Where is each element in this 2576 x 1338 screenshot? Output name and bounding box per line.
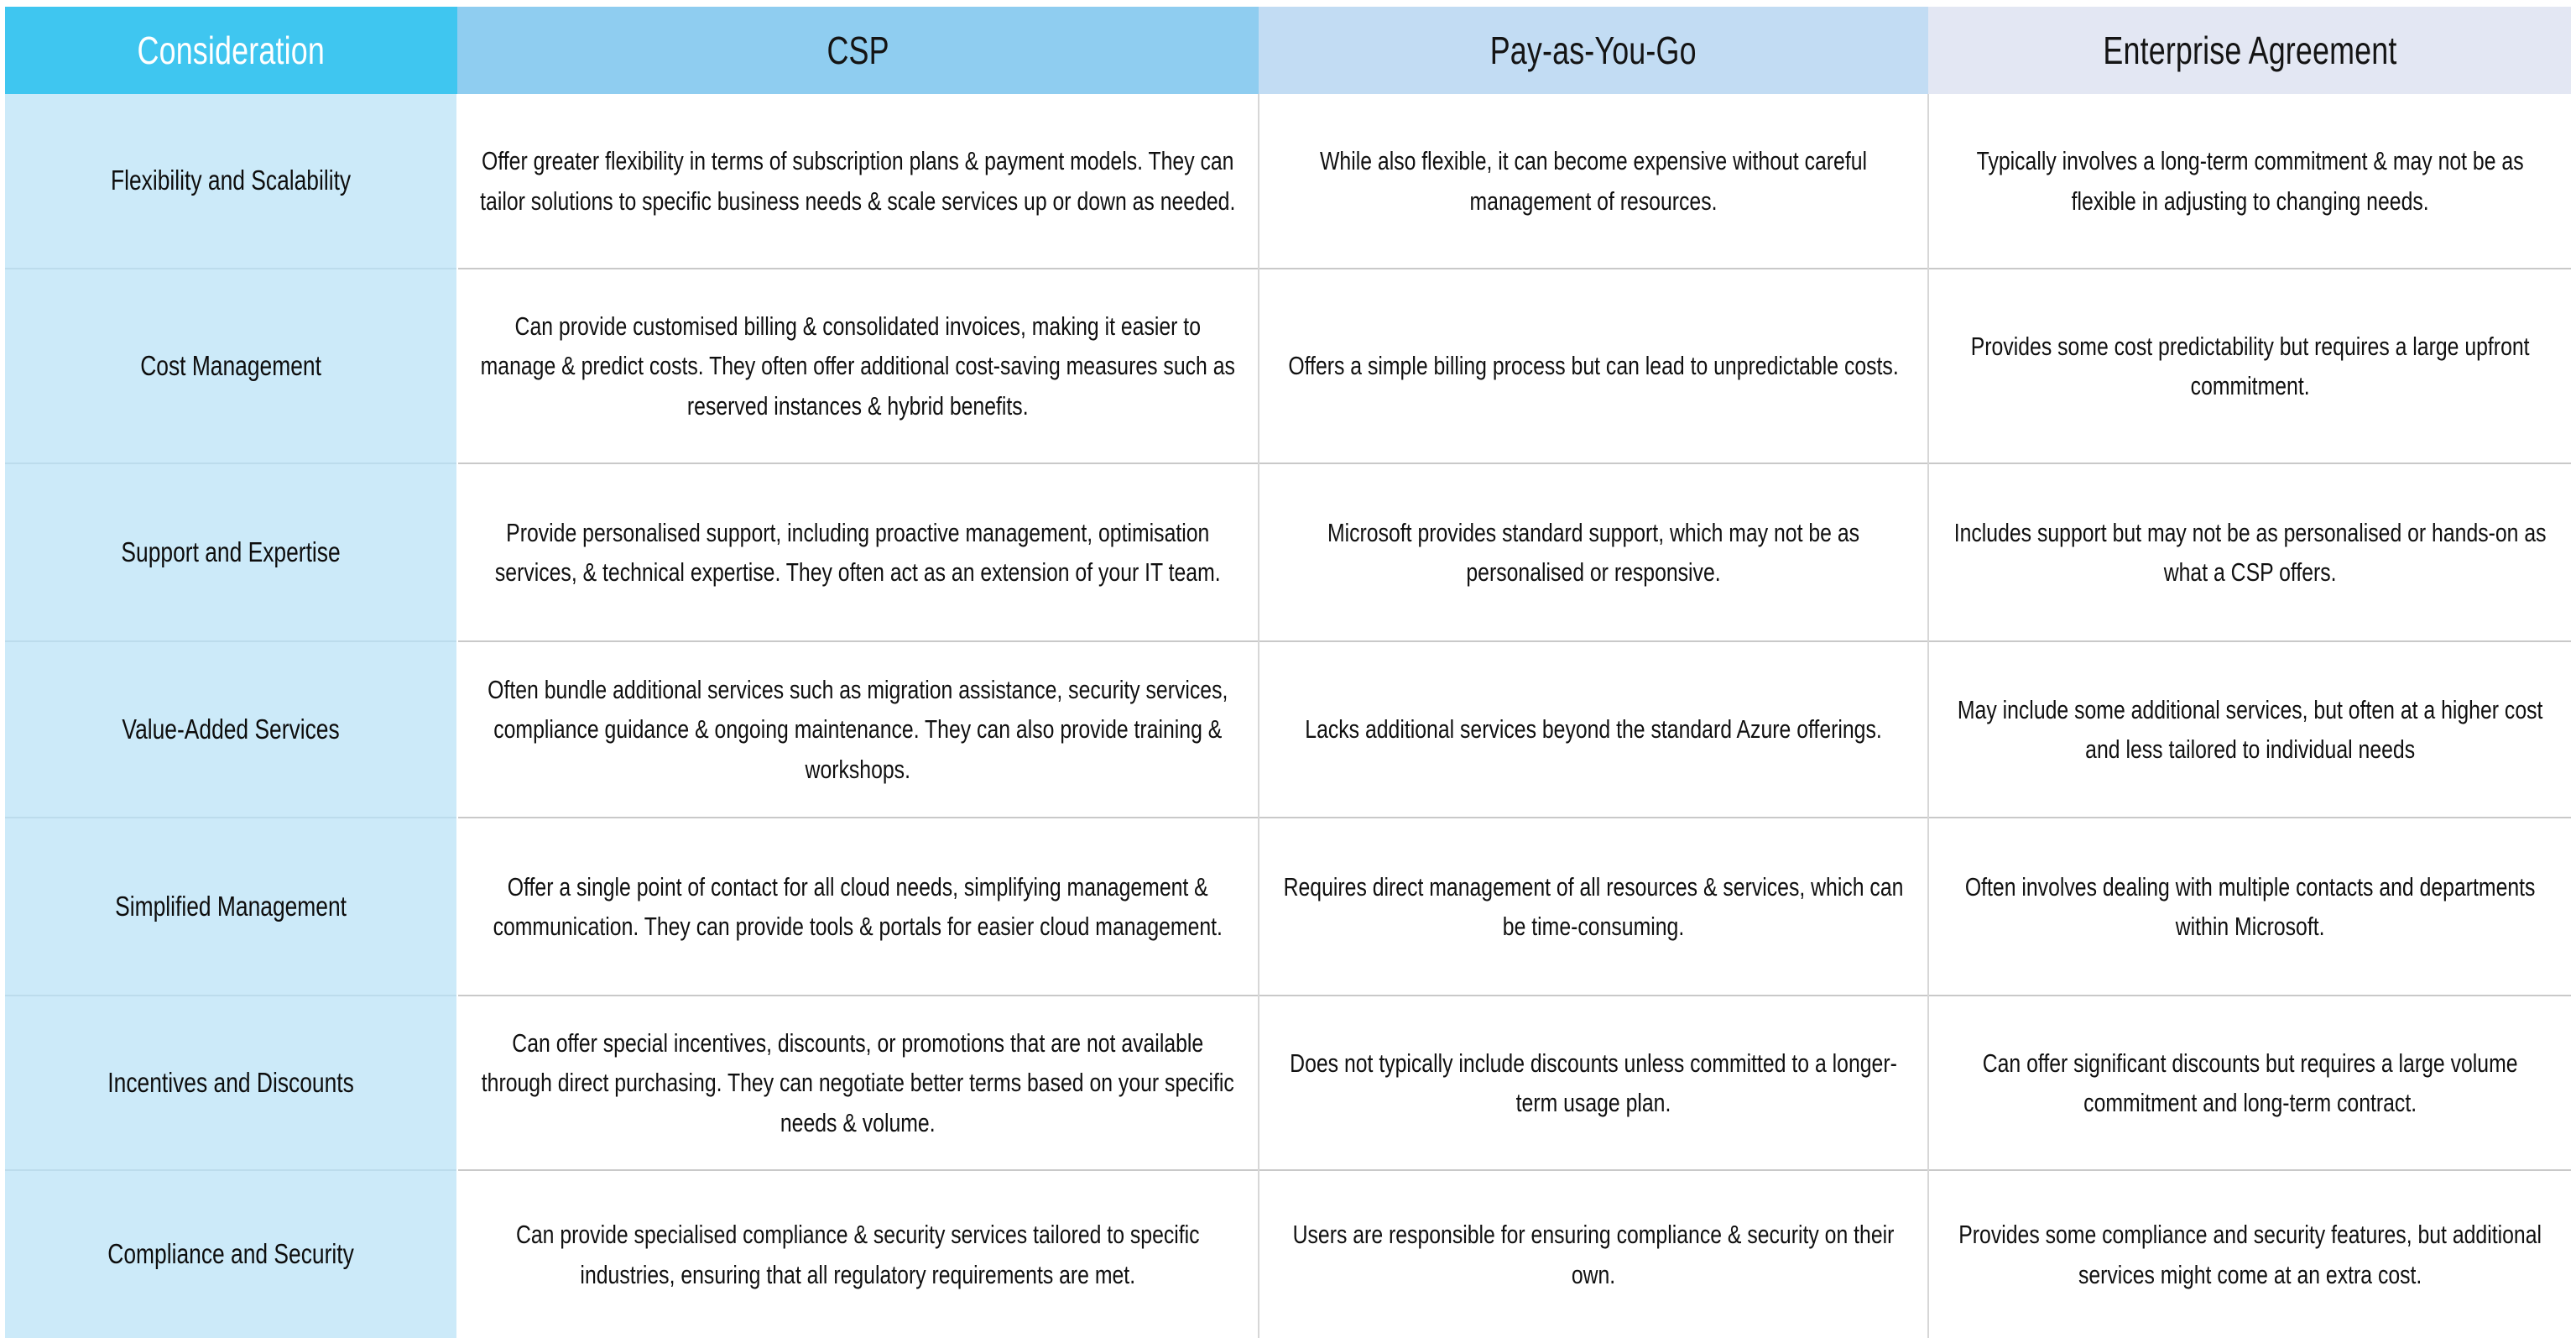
cell-text: Provides some cost predictability but re… (1970, 331, 2530, 400)
row-header-incentives-and-discounts: Incentives and Discounts (5, 995, 458, 1170)
cell-text: Often bundle additional services such as… (488, 675, 1228, 784)
cell-payg-value-added-services: Lacks additional services beyond the sta… (1258, 640, 1929, 818)
cell-text: Lacks additional services beyond the sta… (1305, 714, 1882, 745)
cell-text: Support and Expertise (121, 536, 341, 567)
table-row: Value-Added Services Often bundle additi… (5, 640, 2571, 818)
cell-text: Can offer significant discounts but requ… (1982, 1048, 2518, 1117)
cell-ea-support-and-expertise: Includes support but may not be as perso… (1927, 463, 2571, 641)
column-header-pay-as-you-go: Pay-as-You-Go (1258, 7, 1928, 94)
cell-text: Typically involves a long-term commitmen… (1976, 146, 2524, 216)
row-header-support-and-expertise: Support and Expertise (5, 463, 458, 641)
cell-text: Microsoft provides standard support, whi… (1327, 517, 1859, 587)
cell-text: Cost Management (139, 349, 321, 381)
cell-text: While also flexible, it can become expen… (1319, 146, 1867, 216)
comparison-table-container: Consideration CSP Pay-as-You-Go Enterpri… (0, 0, 2576, 1338)
column-header-csp-label: CSP (827, 28, 889, 72)
header-row: Consideration CSP Pay-as-You-Go Enterpri… (5, 7, 2571, 94)
table-row: Support and Expertise Provide personalis… (5, 463, 2571, 641)
cell-text: Offer a single point of contact for all … (493, 871, 1223, 941)
cell-ea-cost-management: Provides some cost predictability but re… (1927, 268, 2571, 463)
cell-text: Does not typically include discounts unl… (1290, 1048, 1897, 1117)
cell-csp-compliance-and-security: Can provide specialised compliance & sec… (456, 1169, 1259, 1338)
cell-ea-simplified-management: Often involves dealing with multiple con… (1927, 817, 2571, 996)
cell-text: Requires direct management of all resour… (1283, 871, 1904, 941)
cell-text: Users are responsible for ensuring compl… (1292, 1220, 1895, 1289)
cell-csp-flexibility-and-scalability: Offer greater flexibility in terms of su… (456, 94, 1259, 269)
column-header-pay-as-you-go-label: Pay-as-You-Go (1489, 28, 1697, 72)
cell-csp-cost-management: Can provide customised billing & consoli… (456, 268, 1259, 463)
cell-text: Includes support but may not be as perso… (1953, 517, 2547, 587)
cell-text: Can provide specialised compliance & sec… (516, 1220, 1200, 1289)
table-body: Flexibility and Scalability Offer greate… (5, 94, 2571, 1338)
cell-text: Provides some compliance and security fe… (1958, 1220, 2542, 1289)
cell-payg-incentives-and-discounts: Does not typically include discounts unl… (1258, 995, 1929, 1170)
csp-comparison-table: Consideration CSP Pay-as-You-Go Enterpri… (5, 7, 2571, 1338)
cell-ea-compliance-and-security: Provides some compliance and security fe… (1927, 1169, 2571, 1338)
row-header-simplified-management: Simplified Management (5, 817, 458, 996)
cell-ea-value-added-services: May include some additional services, bu… (1927, 640, 2571, 818)
cell-text: Offer greater flexibility in terms of su… (480, 146, 1236, 216)
table-row: Cost Management Can provide customised b… (5, 268, 2571, 463)
cell-csp-incentives-and-discounts: Can offer special incentives, discounts,… (456, 995, 1259, 1170)
cell-ea-incentives-and-discounts: Can offer significant discounts but requ… (1927, 995, 2571, 1170)
cell-csp-support-and-expertise: Provide personalised support, including … (456, 463, 1259, 641)
column-header-csp: CSP (456, 7, 1259, 94)
column-header-enterprise-agreement: Enterprise Agreement (1927, 7, 2571, 94)
column-header-enterprise-agreement-label: Enterprise Agreement (2102, 28, 2397, 72)
cell-payg-cost-management: Offers a simple billing process but can … (1258, 268, 1929, 463)
column-header-consideration: Consideration (5, 7, 457, 94)
cell-payg-simplified-management: Requires direct management of all resour… (1258, 817, 1929, 996)
table-row: Flexibility and Scalability Offer greate… (5, 94, 2571, 269)
cell-text: Provide personalised support, including … (494, 517, 1221, 587)
cell-text: Incentives and Discounts (107, 1066, 354, 1098)
cell-payg-compliance-and-security: Users are responsible for ensuring compl… (1258, 1169, 1929, 1338)
cell-ea-flexibility-and-scalability: Typically involves a long-term commitmen… (1927, 94, 2571, 269)
cell-text: May include some additional services, bu… (1957, 694, 2543, 764)
column-header-consideration-label: Consideration (137, 28, 326, 72)
cell-text: Often involves dealing with multiple con… (1964, 871, 2536, 941)
cell-text: Can offer special incentives, discounts,… (481, 1028, 1234, 1137)
cell-csp-value-added-services: Often bundle additional services such as… (456, 640, 1259, 818)
row-header-compliance-and-security: Compliance and Security (5, 1169, 458, 1338)
cell-text: Value-Added Services (122, 713, 340, 745)
table-row: Simplified Management Offer a single poi… (5, 817, 2571, 996)
cell-text: Can provide customised billing & consoli… (480, 311, 1235, 421)
table-header: Consideration CSP Pay-as-You-Go Enterpri… (5, 7, 2571, 94)
cell-payg-support-and-expertise: Microsoft provides standard support, whi… (1258, 463, 1929, 641)
row-header-cost-management: Cost Management (5, 268, 458, 463)
row-header-flexibility-and-scalability: Flexibility and Scalability (5, 94, 458, 269)
row-header-value-added-services: Value-Added Services (5, 640, 458, 818)
cell-csp-simplified-management: Offer a single point of contact for all … (456, 817, 1259, 996)
cell-payg-flexibility-and-scalability: While also flexible, it can become expen… (1258, 94, 1929, 269)
cell-text: Offers a simple billing process but can … (1288, 351, 1899, 381)
table-row: Compliance and Security Can provide spec… (5, 1169, 2571, 1338)
table-row: Incentives and Discounts Can offer speci… (5, 995, 2571, 1170)
cell-text: Compliance and Security (107, 1238, 354, 1270)
cell-text: Simplified Management (114, 890, 347, 922)
cell-text: Flexibility and Scalability (110, 165, 351, 196)
